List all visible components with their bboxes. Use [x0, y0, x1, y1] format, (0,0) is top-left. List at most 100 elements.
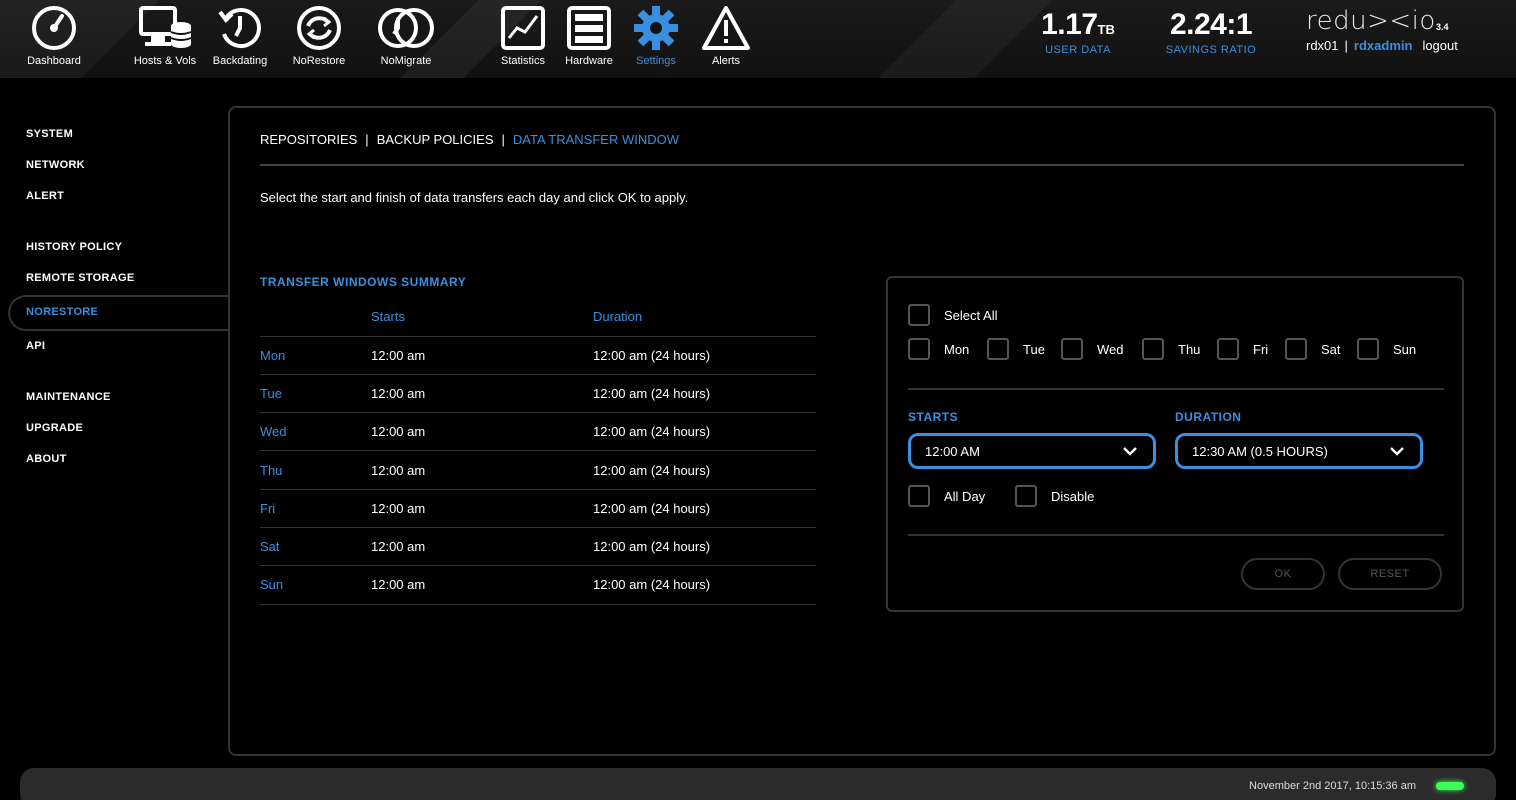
- day-checkbox-label: Tue: [1023, 341, 1045, 357]
- day-checkbox-label: Sun: [1393, 341, 1417, 357]
- row-day: Sun: [260, 565, 371, 605]
- checkbox-box[interactable]: [1015, 485, 1037, 507]
- checkbox-box[interactable]: [1357, 338, 1379, 360]
- day-checkbox-label: Mon: [944, 341, 970, 357]
- row-duration: 12:00 am (24 hours): [593, 450, 816, 490]
- row-day: Sat: [260, 527, 371, 567]
- sidebar-item-norestore[interactable]: NORESTORE: [26, 306, 98, 318]
- starts-label: STARTS: [908, 410, 959, 424]
- brand-block: redu><io 3.4 rdx01 | rdxadmin logout: [1306, 6, 1458, 53]
- table-row: Mon 12:00 am 12:00 am (24 hours): [260, 336, 816, 375]
- checkbox-box[interactable]: [987, 338, 1009, 360]
- row-starts: 12:00 am: [371, 374, 593, 414]
- checkbox-box[interactable]: [908, 338, 930, 360]
- row-day: Mon: [260, 336, 371, 375]
- day-checkbox-fri[interactable]: Fri: [1217, 338, 1268, 360]
- checkbox-box[interactable]: [1217, 338, 1239, 360]
- tabs-divider: [260, 164, 1464, 166]
- day-checkbox-label: Fri: [1253, 341, 1269, 357]
- instruction-text: Select the start and finish of data tran…: [260, 190, 689, 205]
- sidebar-item-system[interactable]: SYSTEM: [26, 128, 73, 140]
- day-checkbox-thu[interactable]: Thu: [1142, 338, 1200, 360]
- user-info: rdx01 | rdxadmin logout: [1306, 38, 1458, 53]
- user-data-label: USER DATA: [1045, 44, 1111, 56]
- table-row: Sun 12:00 am 12:00 am (24 hours): [260, 565, 816, 605]
- row-day: Tue: [260, 374, 371, 414]
- select-all-checkbox[interactable]: Select All: [908, 304, 997, 326]
- nav-backdating[interactable]: Backdating: [206, 4, 274, 67]
- duration-select-value: 12:30 AM (0.5 HOURS): [1192, 443, 1328, 459]
- status-footer: November 2nd 2017, 10:15:36 am: [20, 768, 1496, 800]
- logout-link[interactable]: logout: [1422, 38, 1457, 53]
- ok-button[interactable]: OK: [1241, 558, 1325, 590]
- username-link[interactable]: rdxadmin: [1354, 38, 1413, 53]
- table-header-row: Starts Duration: [260, 298, 816, 337]
- tab-data-transfer-window[interactable]: DATA TRANSFER WINDOW: [513, 132, 679, 147]
- tab-backup-policies[interactable]: BACKUP POLICIES: [377, 132, 494, 147]
- day-checkbox-sun[interactable]: Sun: [1357, 338, 1416, 360]
- editor-divider: [908, 534, 1444, 536]
- nav-statistics[interactable]: Statistics: [494, 4, 552, 67]
- settings-tabs: REPOSITORIES | BACKUP POLICIES | DATA TRANSF…: [260, 132, 679, 147]
- nav-alerts-label: Alerts: [711, 55, 741, 67]
- gear-icon: [634, 6, 678, 50]
- day-checkbox-wed[interactable]: Wed: [1061, 338, 1124, 360]
- sidebar-item-history-policy[interactable]: HISTORY POLICY: [26, 241, 122, 253]
- nav-settings[interactable]: Settings: [628, 4, 684, 67]
- day-checkbox-label: Thu: [1178, 341, 1201, 357]
- day-checkbox-mon[interactable]: Mon: [908, 338, 969, 360]
- row-starts: 12:00 am: [371, 450, 593, 490]
- row-duration: 12:00 am (24 hours): [593, 565, 816, 605]
- row-starts: 12:00 am: [371, 412, 593, 452]
- nav-hosts-vols[interactable]: Hosts & Vols: [128, 4, 202, 67]
- savings-ratio-label: SAVINGS RATIO: [1165, 44, 1257, 56]
- editor-divider: [908, 388, 1444, 390]
- settings-panel: REPOSITORIES | BACKUP POLICIES | DATA TRANSF…: [228, 106, 1496, 756]
- sidebar-item-api[interactable]: API: [26, 340, 45, 352]
- footer-timestamp: November 2nd 2017, 10:15:36 am: [1249, 780, 1416, 792]
- starts-select[interactable]: 12:00 AM: [908, 433, 1156, 469]
- all-day-checkbox[interactable]: All Day: [908, 485, 985, 507]
- sidebar-item-maintenance[interactable]: MAINTENANCE: [26, 391, 111, 403]
- hosts-volumes-icon: [139, 6, 192, 48]
- nav-dashboard[interactable]: Dashboard: [22, 4, 86, 67]
- disable-checkbox[interactable]: Disable: [1015, 485, 1094, 507]
- user-data-value: 1.17TB: [1041, 8, 1115, 41]
- reset-button[interactable]: RESET: [1338, 558, 1442, 590]
- norestore-icon: [297, 6, 341, 50]
- version-label: 3.4: [1436, 22, 1449, 32]
- sidebar-item-remote-storage[interactable]: REMOTE STORAGE: [26, 272, 135, 284]
- checkbox-box[interactable]: [908, 485, 930, 507]
- sidebar-item-network[interactable]: NETWORK: [26, 159, 85, 171]
- nav-nomigrate[interactable]: NoMigrate: [372, 4, 440, 67]
- sidebar-item-alert[interactable]: ALERT: [26, 190, 64, 202]
- day-checkbox-label: Wed: [1097, 341, 1124, 357]
- day-checkbox-sat[interactable]: Sat: [1285, 338, 1341, 360]
- nav-norestore[interactable]: NoRestore: [286, 4, 352, 67]
- day-checkbox-tue[interactable]: Tue: [987, 338, 1045, 360]
- sidebar-item-upgrade[interactable]: UPGRADE: [26, 422, 83, 434]
- row-starts: 12:00 am: [371, 489, 593, 528]
- user-separator: |: [1344, 38, 1348, 53]
- nav-hardware[interactable]: Hardware: [560, 4, 618, 67]
- row-duration: 12:00 am (24 hours): [593, 412, 816, 452]
- row-duration: 12:00 am (24 hours): [593, 336, 816, 375]
- day-checkbox-label: Sat: [1321, 341, 1341, 357]
- sidebar-item-about[interactable]: ABOUT: [26, 453, 67, 465]
- checkbox-box[interactable]: [1061, 338, 1083, 360]
- checkbox-box[interactable]: [908, 304, 930, 326]
- checkbox-box[interactable]: [1285, 338, 1307, 360]
- all-day-label: All Day: [944, 488, 986, 504]
- nav-backdating-label: Backdating: [212, 55, 268, 67]
- checkbox-box[interactable]: [1142, 338, 1164, 360]
- duration-select[interactable]: 12:30 AM (0.5 HOURS): [1175, 433, 1423, 469]
- duration-column-header: Duration: [593, 298, 816, 337]
- system-name: rdx01: [1306, 38, 1339, 53]
- row-duration: 12:00 am (24 hours): [593, 489, 816, 528]
- table-row: Thu 12:00 am 12:00 am (24 hours): [260, 450, 816, 490]
- tab-repositories[interactable]: REPOSITORIES: [260, 132, 357, 147]
- nav-alerts[interactable]: Alerts: [698, 4, 754, 67]
- row-starts: 12:00 am: [371, 565, 593, 605]
- statistics-chart-icon: [501, 6, 545, 50]
- row-duration: 12:00 am (24 hours): [593, 527, 816, 567]
